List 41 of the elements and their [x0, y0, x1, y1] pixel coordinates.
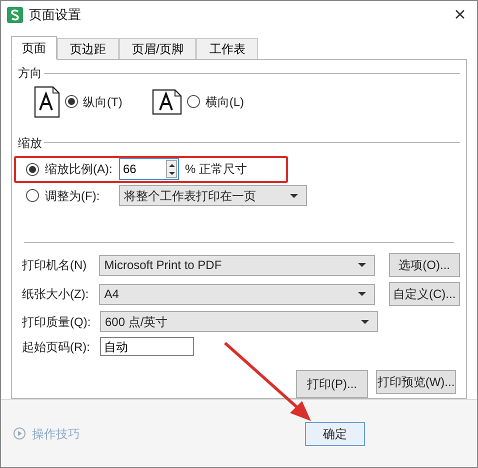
close-button[interactable]: × — [449, 5, 471, 25]
caret-icon — [361, 320, 369, 324]
tab[interactable]: 页面 — [11, 36, 57, 60]
spinner-arrows-icon — [166, 160, 177, 178]
scale-unit-text: % 正常尺寸 — [185, 161, 248, 178]
tab[interactable]: 页眉/页脚 — [119, 38, 196, 59]
printer-select[interactable]: Microsoft Print to PDF — [99, 254, 375, 276]
dialog-button[interactable]: 选项(O)... — [388, 253, 460, 277]
window-title: 页面设置 — [29, 6, 82, 24]
first-page-field[interactable]: 自动 — [100, 337, 194, 356]
field-label: 打印质量(Q): — [22, 314, 92, 330]
radio-label: 纵向(T) — [83, 94, 122, 111]
radio-button[interactable] — [26, 189, 39, 202]
tab[interactable]: 工作表 — [196, 38, 258, 59]
field-label: 打印机名(N) — [22, 257, 88, 274]
field-label: 起始页码(R): — [22, 338, 91, 356]
radio-label: 调整为(F): — [45, 188, 101, 205]
radio-label: 横向(L) — [205, 94, 244, 111]
caret-icon — [290, 194, 298, 198]
dialog-button[interactable]: 自定义(C)... — [388, 282, 460, 306]
radio-button[interactable] — [187, 95, 200, 108]
scale-spin-field[interactable]: 66 — [119, 158, 179, 180]
section-title: 缩放 — [18, 134, 42, 152]
radio-label: 缩放比例(A): — [45, 161, 113, 178]
app-logo-icon — [7, 7, 23, 23]
print-quality-select[interactable]: 600 点/英寸 — [100, 311, 378, 332]
caret-icon — [358, 292, 366, 296]
portrait-page-icon — [34, 86, 60, 118]
paper-size-select[interactable]: A4 — [99, 284, 375, 304]
landscape-page-icon — [152, 88, 182, 115]
play-circle-icon — [13, 427, 26, 440]
tab[interactable]: 页边距 — [57, 38, 119, 59]
radio-button[interactable] — [65, 95, 78, 108]
caret-icon — [358, 263, 366, 267]
dialog-button[interactable]: 打印(P)... — [296, 370, 368, 398]
field-label: 纸张大小(Z): — [22, 286, 90, 303]
fit-select[interactable]: 将整个工作表打印在一页 — [119, 185, 307, 206]
dialog-button[interactable]: 打印预览(W)... — [376, 370, 456, 394]
radio-button[interactable] — [26, 162, 39, 176]
ok-button[interactable]: 确定 — [305, 422, 365, 446]
section-title: 方向 — [18, 65, 42, 82]
